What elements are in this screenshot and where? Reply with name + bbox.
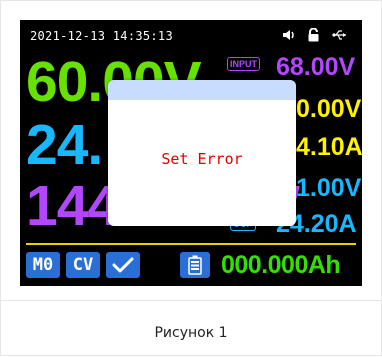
capacity-readout: 000.000Ah	[221, 251, 341, 279]
error-dialog[interactable]: Set Error	[108, 80, 296, 226]
input-voltage: 68.00V	[276, 53, 356, 81]
ovp-value: 1.00V	[296, 174, 362, 202]
figure-caption-area: Рисунок 1	[0, 300, 382, 357]
battery-button[interactable]	[180, 252, 210, 278]
set-current: 4.10A	[296, 133, 362, 161]
set-voltage: 0.00V	[296, 95, 362, 123]
error-message: Set Error	[161, 150, 243, 168]
figure-caption: Рисунок 1	[154, 325, 228, 341]
check-icon	[112, 257, 134, 273]
input-label-badge: INPUT	[227, 57, 260, 71]
output-check-button[interactable]	[106, 252, 140, 278]
lock-icon	[307, 27, 320, 46]
memory-button[interactable]: M0	[26, 252, 60, 278]
output-current: 24.	[26, 113, 103, 177]
speaker-icon	[282, 28, 296, 46]
yellow-divider	[26, 243, 356, 245]
datetime-display: 2021-12-13 14:35:13	[30, 29, 173, 43]
device-screen: 2021-12-13 14:35:13 60.00V 24. 144 W INP…	[20, 20, 362, 286]
output-power: 144	[26, 174, 119, 238]
dialog-header	[108, 80, 296, 100]
status-bar: 2021-12-13 14:35:13	[20, 20, 362, 52]
battery-icon	[188, 255, 202, 275]
usb-icon	[332, 28, 348, 46]
cv-mode-button[interactable]: CV	[66, 252, 100, 278]
